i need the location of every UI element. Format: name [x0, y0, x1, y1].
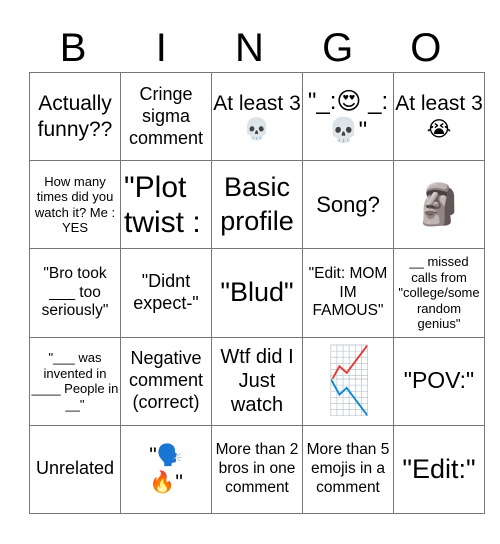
bingo-header: B I N G O — [29, 24, 470, 72]
bingo-cell[interactable]: "_:😍 _:💀" — [302, 71, 394, 162]
cell-text: Cringe sigma comment — [128, 83, 204, 148]
bingo-cell[interactable]: Song? — [302, 160, 394, 250]
bingo-cell[interactable]: "Edit: MOM IM FAMOUS" — [302, 248, 394, 338]
cell-text: Unrelated — [35, 458, 115, 479]
cell-text: "POV:" — [403, 367, 475, 394]
cell-text: __ missed calls from "college/some rando… — [398, 253, 480, 332]
skull-emoji-icon: At least 3 💀 — [213, 92, 301, 141]
bingo-cell[interactable]: "___ was invented in ____ People in __" — [29, 336, 121, 426]
bingo-cell[interactable]: More than 2 bros in one comment — [211, 424, 303, 515]
bingo-cell[interactable]: __ missed calls from "college/some rando… — [393, 248, 485, 338]
cell-text: "Edit: MOM IM FAMOUS" — [308, 265, 388, 320]
bingo-cell[interactable]: "Didnt expect-" — [120, 248, 212, 338]
bingo-cell[interactable]: Cringe sigma comment — [120, 71, 212, 162]
cell-text: Song? — [316, 191, 380, 217]
bingo-cell[interactable]: "Plot twist : — [120, 160, 212, 250]
bingo-cell[interactable]: At least 3 💀 — [211, 71, 303, 162]
bingo-cell[interactable]: "🗣️🔥" — [120, 424, 212, 515]
cell-text: "Bro took ___ too seriously" — [41, 265, 109, 320]
cell-text: "Blud" — [220, 277, 294, 308]
board-row: Unrelated "🗣️🔥" More than 2 bros in one … — [29, 424, 485, 515]
cell-text: "Didnt expect-" — [133, 271, 199, 313]
bingo-cell[interactable]: 📈📉 — [302, 336, 394, 426]
cell-text: Actually funny?? — [37, 92, 113, 141]
cell-text: How many times did you watch it? Me : YE… — [34, 173, 116, 236]
heart-eyes-and-skull-emoji-icon: "_:😍 _:💀" — [307, 87, 389, 144]
board-row: Actually funny?? Cringe sigma comment At… — [29, 71, 485, 162]
bingo-cell[interactable]: Negative comment (correct) — [120, 336, 212, 426]
header-letter-n: N — [235, 26, 264, 70]
bingo-cell[interactable]: Basic profile — [211, 160, 303, 250]
board-row: "Bro took ___ too seriously" "Didnt expe… — [29, 248, 485, 338]
header-letter-b: B — [59, 26, 87, 70]
bingo-cell[interactable]: More than 5 emojis in a comment — [302, 424, 394, 515]
moai-emoji-icon: 🗿 — [414, 182, 464, 227]
loudly-crying-emoji-icon: At least 3 😭 — [395, 92, 483, 141]
cell-text: Wtf did I Just watch — [220, 346, 294, 417]
bingo-cell[interactable]: 🗿 — [393, 160, 485, 250]
cell-text: "___ was invented in ____ People in __" — [31, 349, 119, 412]
bingo-cell[interactable]: How many times did you watch it? Me : YE… — [29, 160, 121, 250]
board-row: How many times did you watch it? Me : YE… — [29, 160, 485, 250]
board-row: "___ was invented in ____ People in __" … — [29, 336, 485, 426]
bingo-cell[interactable]: Unrelated — [29, 424, 121, 515]
bingo-cell[interactable]: At least 3 😭 — [393, 71, 485, 162]
cell-text: "Plot twist : — [124, 170, 201, 239]
bingo-cell[interactable]: "POV:" — [393, 336, 485, 426]
header-letter-i: I — [155, 26, 167, 70]
cell-text: "Edit:" — [402, 453, 476, 484]
speaking-head-fire-emoji-icon: "🗣️🔥" — [149, 444, 183, 495]
cell-text: Basic profile — [220, 172, 294, 236]
cell-text: Negative comment (correct) — [128, 348, 204, 413]
header-letter-g: G — [322, 26, 354, 70]
cell-text: More than 2 bros in one comment — [215, 441, 299, 496]
bingo-cell[interactable]: Wtf did I Just watch — [211, 336, 303, 426]
bingo-cell[interactable]: Actually funny?? — [29, 71, 121, 162]
bingo-cell[interactable]: "Blud" — [211, 248, 303, 338]
bingo-cell[interactable]: "Bro took ___ too seriously" — [29, 248, 121, 338]
bingo-board: Actually funny?? Cringe sigma comment At… — [29, 71, 485, 515]
bingo-cell[interactable]: "Edit:" — [393, 424, 485, 515]
header-letter-o: O — [410, 26, 442, 70]
chart-increasing-decreasing-emoji-icon: 📈📉 — [328, 345, 371, 418]
cell-text: More than 5 emojis in a comment — [306, 441, 390, 496]
